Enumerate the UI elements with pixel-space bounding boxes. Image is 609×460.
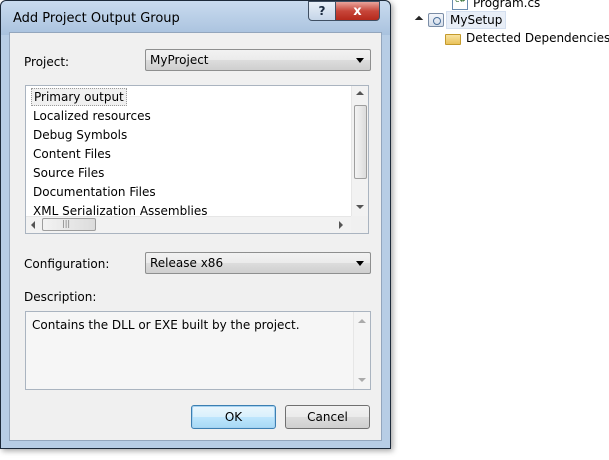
add-project-output-group-dialog: Add Project Output Group ? x Project: My… xyxy=(0,0,391,449)
list-vertical-scrollbar[interactable] xyxy=(351,86,368,216)
collapsed-arrow-icon[interactable] xyxy=(432,33,442,43)
scroll-right-arrow-icon[interactable] xyxy=(339,221,343,229)
dropdown-arrow-icon xyxy=(356,261,364,266)
expanded-arrow-icon[interactable] xyxy=(415,15,425,25)
list-horizontal-scrollbar[interactable]: ||| xyxy=(26,216,352,233)
help-button[interactable]: ? xyxy=(308,1,336,21)
tree-item-label: MySetup xyxy=(446,11,507,29)
description-scrollbar[interactable] xyxy=(353,312,370,389)
folder-icon xyxy=(445,33,461,45)
scroll-down-arrow-icon[interactable] xyxy=(356,205,364,209)
dialog-client-area: Project: MyProject Primary output Locali… xyxy=(9,32,382,441)
project-label: Project: xyxy=(24,55,70,69)
project-dropdown[interactable]: MyProject xyxy=(145,49,371,71)
list-item[interactable]: Content Files xyxy=(31,145,113,163)
close-button[interactable]: x xyxy=(335,1,380,21)
scroll-up-arrow-icon[interactable] xyxy=(358,319,366,323)
configuration-dropdown[interactable]: Release x86 xyxy=(145,252,371,274)
dialog-title: Add Project Output Group xyxy=(13,11,180,26)
vertical-scroll-thumb[interactable] xyxy=(354,105,367,179)
horizontal-scroll-thumb[interactable]: ||| xyxy=(42,218,96,231)
scroll-down-arrow-icon[interactable] xyxy=(358,378,366,382)
list-item[interactable]: Localized resources xyxy=(31,107,153,125)
tree-item-label: Detected Dependencies xyxy=(466,31,609,45)
description-box: Contains the DLL or EXE built by the pro… xyxy=(25,311,371,390)
configuration-dropdown-value: Release x86 xyxy=(150,256,224,270)
output-group-list[interactable]: Primary output Localized resources Debug… xyxy=(25,85,369,234)
project-dropdown-value: MyProject xyxy=(150,53,209,67)
list-item[interactable]: Documentation Files xyxy=(31,183,158,201)
cancel-button[interactable]: Cancel xyxy=(285,405,370,429)
tree-item-detected-dependencies[interactable]: Detected Dependencies xyxy=(432,29,609,47)
description-label: Description: xyxy=(24,290,97,304)
list-item[interactable]: Primary output xyxy=(31,88,127,106)
tree-item-label: Program.cs xyxy=(473,0,541,10)
scroll-left-arrow-icon[interactable] xyxy=(31,221,35,229)
list-item[interactable]: Source Files xyxy=(31,164,106,182)
dropdown-arrow-icon xyxy=(356,58,364,63)
scroll-corner xyxy=(351,216,368,233)
list-item[interactable]: Debug Symbols xyxy=(31,126,129,144)
description-text: Contains the DLL or EXE built by the pro… xyxy=(32,318,300,332)
scroll-grip: ||| xyxy=(62,219,71,228)
solution-explorer: Program.cs MySetup Detected Dependencies xyxy=(395,0,609,460)
tree-item-mysetup[interactable]: MySetup xyxy=(415,11,507,29)
csharp-file-icon xyxy=(452,0,468,10)
ok-button[interactable]: OK xyxy=(191,405,276,429)
configuration-label: Configuration: xyxy=(24,257,110,271)
setup-project-icon xyxy=(428,13,444,27)
scroll-up-arrow-icon[interactable] xyxy=(356,91,364,95)
